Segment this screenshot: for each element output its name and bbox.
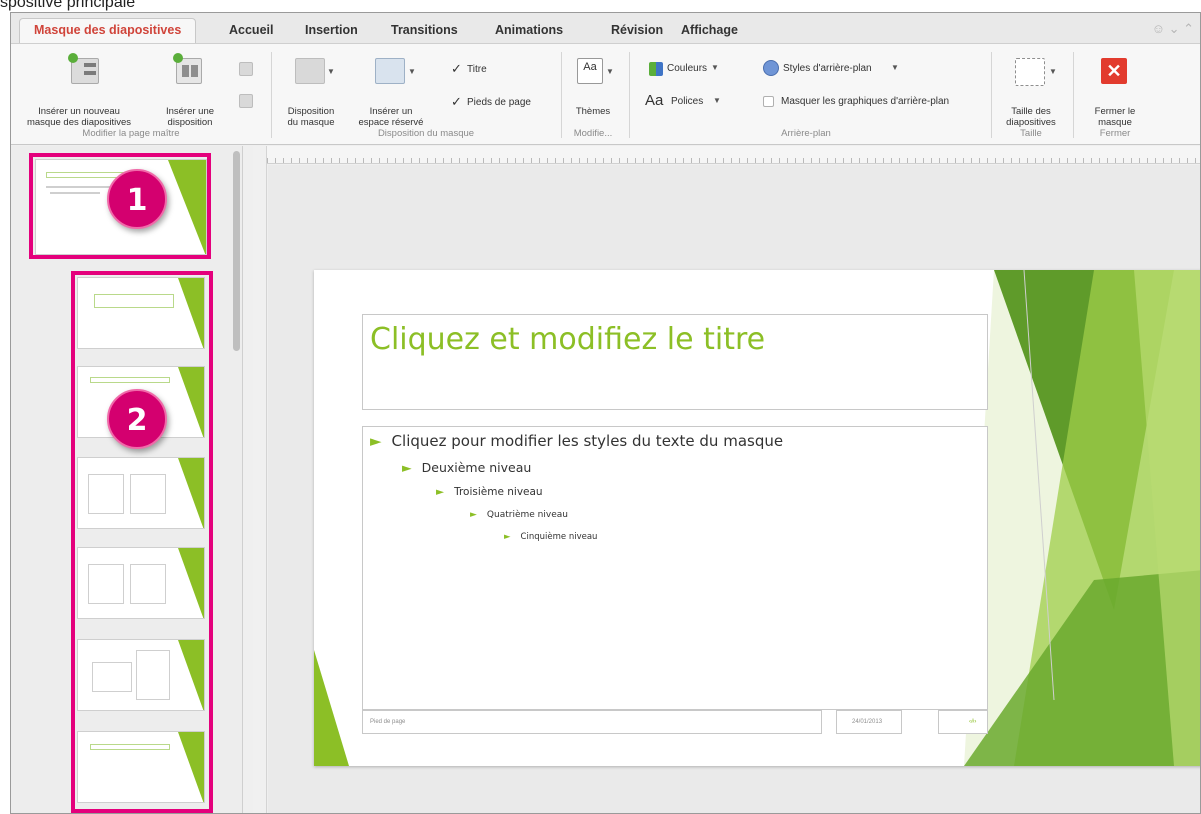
group-background-label: Arrière-plan (781, 128, 831, 139)
title-check-label: Titre (467, 64, 487, 75)
master-layout-label-1: Disposition (287, 106, 335, 117)
chevron-down-icon: ▼ (408, 67, 416, 76)
ribbon-separator (991, 52, 992, 138)
screenshot: spositive principale Masque des diaposit… (0, 0, 1201, 814)
background-styles-icon (763, 60, 779, 76)
close-master-label-1: Fermer le (1094, 106, 1136, 117)
date-text: 24/01/2013 (852, 719, 883, 725)
title-checkbox[interactable]: ✓ (451, 62, 463, 75)
tab-view[interactable]: Affichage (681, 19, 738, 43)
bullet-icon: ► (470, 510, 477, 520)
footers-checkbox[interactable]: ✓ (451, 95, 463, 108)
layouts-highlight-box (71, 271, 213, 813)
delete-slide-icon[interactable] (239, 62, 253, 76)
ribbon: Insérer un nouveau masque des diapositiv… (11, 43, 1200, 145)
text-level-3: ► Troisième niveau (436, 486, 543, 498)
powerpoint-window: Masque des diapositives Accueil Insertio… (10, 12, 1201, 814)
step-badge-1: 1 (107, 169, 167, 229)
master-slide: Cliquez et modifiez le titre ► Cliquez po… (314, 270, 1200, 766)
ribbon-tab-bar: Masque des diapositives Accueil Insertio… (11, 13, 1200, 44)
bullet-icon: ► (436, 486, 445, 498)
chevron-down-icon: ▼ (891, 63, 899, 72)
ribbon-separator (1073, 52, 1074, 138)
slide-title: Cliquez et modifiez le titre (370, 322, 766, 357)
step-badge-2: 2 (107, 389, 167, 449)
tab-insert[interactable]: Insertion (305, 19, 358, 43)
insert-layout-label-1: Insérer une (165, 106, 215, 117)
thumbnail-scrollbar[interactable] (233, 151, 240, 351)
horizontal-ruler (267, 146, 1200, 164)
smiley-icon[interactable]: ☺ ⌄ ⌃ (1152, 21, 1194, 37)
bullet-icon: ► (370, 432, 382, 450)
ribbon-separator (271, 52, 272, 138)
group-close-label: Fermer (1099, 128, 1131, 139)
insert-master-label-1: Insérer un nouveau (38, 106, 120, 117)
insert-placeholder-label-1: Insérer un (369, 106, 413, 117)
ribbon-separator (629, 52, 630, 138)
close-master-label-2: masque (1098, 117, 1132, 128)
fonts-icon: Aa (645, 92, 664, 109)
text-level-1: ► Cliquez pour modifier les styles du tex… (370, 432, 784, 450)
group-master-layout-label: Disposition du masque (377, 128, 475, 139)
slide-size-label-2: diapositives (1006, 117, 1056, 128)
themes-icon: Aa (577, 58, 603, 84)
close-icon: ✕ (1101, 58, 1127, 84)
caption-text: spositive principale (0, 0, 136, 11)
tab-animations[interactable]: Animations (495, 19, 563, 43)
insert-placeholder-label-2: espace réservé (358, 117, 424, 128)
footer-text: Pied de page (370, 719, 406, 725)
page-number-placeholder[interactable] (938, 710, 988, 734)
insert-layout-icon (173, 53, 202, 84)
group-edit-theme-label: Modifie... (573, 128, 613, 139)
master-layout-label-2: du masque (287, 117, 335, 128)
text-level-4: ► Quatrième niveau (470, 510, 568, 520)
background-styles-label: Styles d'arrière-plan (783, 63, 872, 74)
footer-placeholder[interactable] (362, 710, 822, 734)
vertical-ruler (253, 146, 267, 813)
chevron-down-icon: ▼ (711, 63, 719, 72)
colors-icon (649, 62, 663, 76)
tab-home[interactable]: Accueil (229, 19, 273, 43)
tab-review[interactable]: Révision (611, 19, 663, 43)
colors-label: Couleurs (667, 63, 708, 74)
chevron-down-icon: ▼ (713, 96, 721, 105)
bullet-icon: ► (504, 532, 511, 542)
chevron-down-icon: ▼ (327, 67, 335, 76)
hide-background-label: Masquer les graphiques d'arrière-plan (781, 96, 950, 107)
ribbon-separator (561, 52, 562, 138)
page-number-text: ‹#› (969, 719, 977, 725)
slide-size-label-1: Taille des (1011, 106, 1051, 117)
insert-placeholder-icon (375, 58, 405, 84)
footers-check-label: Pieds de page (467, 97, 531, 108)
themes-label: Thèmes (575, 106, 611, 117)
fonts-label: Polices (671, 96, 704, 107)
chevron-down-icon: ▼ (1049, 67, 1057, 76)
insert-master-label-2: masque des diapositives (26, 117, 132, 128)
insert-master-icon (68, 53, 99, 84)
group-edit-master-label: Modifier la page maître (82, 128, 180, 139)
bullet-icon: ► (402, 460, 412, 475)
slide-size-icon (1015, 58, 1045, 86)
tab-slide-master[interactable]: Masque des diapositives (19, 18, 197, 44)
group-size-label: Taille (1020, 128, 1042, 139)
tab-transitions[interactable]: Transitions (391, 19, 458, 43)
insert-layout-label-2: disposition (167, 117, 213, 128)
text-level-5: ► Cinquième niveau (504, 532, 598, 542)
rename-icon[interactable] (239, 94, 253, 108)
hide-background-checkbox[interactable] (763, 96, 774, 107)
chevron-down-icon: ▼ (606, 67, 614, 76)
text-level-2: ► Deuxième niveau (402, 460, 532, 475)
master-layout-icon (295, 58, 325, 84)
